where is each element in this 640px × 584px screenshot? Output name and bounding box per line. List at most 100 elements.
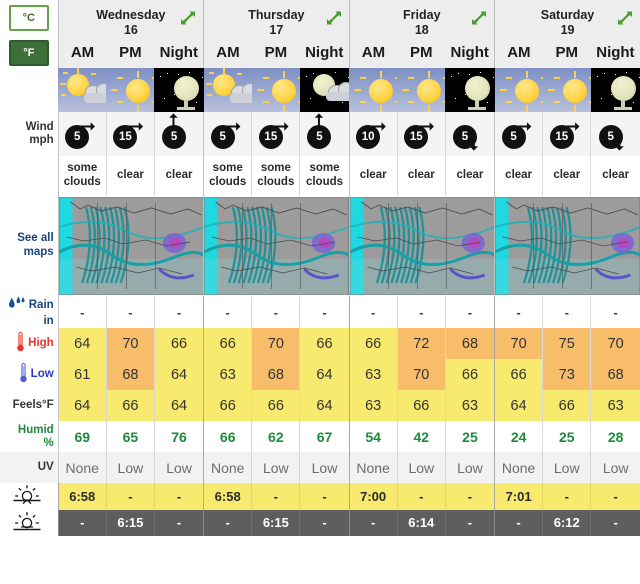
weather-icon-sun	[542, 68, 607, 112]
uv-row-cell: Low	[444, 452, 495, 484]
uv-row-cell: None	[494, 452, 543, 484]
humid-row-cell: 42	[396, 421, 446, 453]
uv-row-value: Low	[553, 459, 580, 476]
humid-row-value: 54	[365, 428, 381, 445]
day-header-thursday[interactable]: Thursday 17	[203, 0, 350, 42]
day-header-friday[interactable]: Friday 18	[348, 0, 495, 42]
sunrise-value: -	[176, 489, 182, 505]
sunrise-value: -	[613, 489, 618, 505]
map-row: See all maps	[0, 196, 640, 296]
expand-arrows-icon[interactable]	[180, 10, 196, 26]
rain-row-value: -	[225, 305, 230, 321]
weather-icon-sun	[106, 68, 171, 112]
sunrise-value: -	[467, 489, 473, 505]
sunset-cell: 6:15	[251, 509, 300, 536]
expand-arrows-icon[interactable]	[326, 10, 342, 26]
uv-row-value: Low	[602, 459, 629, 476]
fahrenheit-button[interactable]: °F	[8, 40, 49, 66]
weather-icon-sun	[251, 68, 316, 112]
weather-icon-moon	[445, 68, 510, 112]
weather-forecast-panel: °C °F Wednesday 16 Thursday 17 Friday 18 Saturda…	[0, 0, 640, 584]
uv-row-value: None	[501, 459, 536, 476]
sunrise-cell: -	[396, 483, 446, 510]
humid-row-cell: 25	[444, 421, 495, 453]
high-row-label: High	[0, 328, 59, 360]
sunset-value: -	[516, 515, 521, 531]
wind-speed-badge: 15	[549, 125, 574, 149]
feels-row-cell: 64	[494, 390, 543, 422]
rain-row-cell: -	[153, 296, 204, 329]
high-row-value: 70	[267, 336, 284, 353]
rain-row-value: -	[273, 305, 278, 321]
conditions-row: some clouds clear clear some clouds some clo…	[0, 156, 640, 196]
rain-row-cell: -	[444, 296, 495, 329]
forecast-map-thursday[interactable]	[203, 196, 350, 296]
expand-arrows-icon[interactable]	[617, 10, 633, 26]
humid-row-cell: 67	[299, 421, 350, 453]
feels-row-value: 66	[267, 398, 284, 415]
sunrise-cell: -	[251, 483, 300, 510]
wind-speed-badge: 10	[356, 125, 381, 149]
feels-row-cell: 63	[348, 390, 398, 422]
low-row-cell: 63	[203, 359, 252, 391]
condition-text: some clouds	[203, 156, 252, 196]
sunrise-cell: 6:58	[57, 483, 107, 510]
sunrise-row: 6:58 - - 6:58 - - 7:00 - - 7:01 - -	[0, 483, 640, 510]
raindrop-icon	[7, 296, 26, 315]
humid-row-cell: 66	[203, 421, 252, 453]
period-label: AM	[57, 41, 107, 68]
sunrise-cell: 6:58	[203, 483, 252, 510]
wind-unit-text: mph	[29, 134, 54, 146]
high-row-cell: 70	[105, 328, 155, 360]
see-all-maps-link[interactable]: See all maps	[0, 196, 59, 296]
period-label: AM	[203, 41, 252, 68]
wind-speed-badge: 5	[452, 125, 477, 149]
period-label: Night	[445, 41, 495, 68]
day-header-saturday[interactable]: Saturday 19	[494, 0, 640, 42]
day-header-wednesday[interactable]: Wednesday 16	[57, 0, 204, 42]
feels-row-value: 64	[170, 398, 188, 415]
sunset-value: -	[370, 515, 376, 531]
rain-row-cell: -	[542, 296, 591, 329]
feels-row-value: 63	[461, 398, 479, 415]
uv-row-cell: None	[348, 452, 398, 484]
rain-row-value: -	[419, 305, 424, 321]
sunset-value: -	[467, 515, 473, 531]
humid-row-cell: 62	[251, 421, 300, 453]
wind-speed-badge: 5	[598, 125, 623, 149]
wind-cell: ⭢ 5	[494, 112, 543, 156]
uv-row-cell: Low	[105, 452, 155, 484]
sunset-value: -	[225, 515, 230, 531]
low-row-cell: 61	[57, 359, 107, 391]
sunrise-value: -	[419, 489, 424, 505]
celsius-button[interactable]: °C	[8, 5, 49, 31]
humid-row-cell: 54	[348, 421, 398, 453]
high-row-value: 66	[365, 336, 382, 353]
high-row-cell: 66	[299, 328, 350, 360]
weather-icon-moon-cloud	[299, 68, 364, 112]
high-row-cell: 72	[396, 328, 446, 360]
forecast-map-saturday[interactable]	[494, 196, 640, 296]
expand-arrows-icon[interactable]	[471, 10, 487, 26]
low-row-cell: 70	[396, 359, 446, 391]
rain-row-value: -	[564, 305, 569, 321]
weather-icon-sun	[349, 68, 414, 112]
sunset-row-label	[0, 509, 59, 536]
forecast-map-friday[interactable]	[348, 196, 495, 296]
sunrise-icon	[12, 483, 42, 509]
condition-text: clear	[348, 156, 398, 196]
feels-row-cell: 66	[396, 390, 446, 422]
sunset-value: -	[176, 515, 182, 531]
see-all-maps-line1: See all	[17, 232, 54, 245]
sunrise-cell: -	[299, 483, 350, 510]
condition-text: clear	[153, 156, 204, 196]
sunset-cell: -	[494, 509, 543, 536]
humid-label-text: Humid	[17, 423, 54, 436]
forecast-map-wednesday[interactable]	[57, 196, 204, 296]
wind-row: Windmph⭢5⭢15⭡5⭢5⭢15⭡5⭢10⭢15⭣5⭢5⭢15⭣5	[0, 111, 640, 156]
sunrise-value: 7:00	[360, 489, 387, 505]
low-row-value: 64	[170, 367, 188, 384]
humid-row-value: 69	[74, 428, 91, 445]
sunrise-cell: -	[590, 483, 640, 510]
high-row-value: 72	[413, 336, 430, 353]
